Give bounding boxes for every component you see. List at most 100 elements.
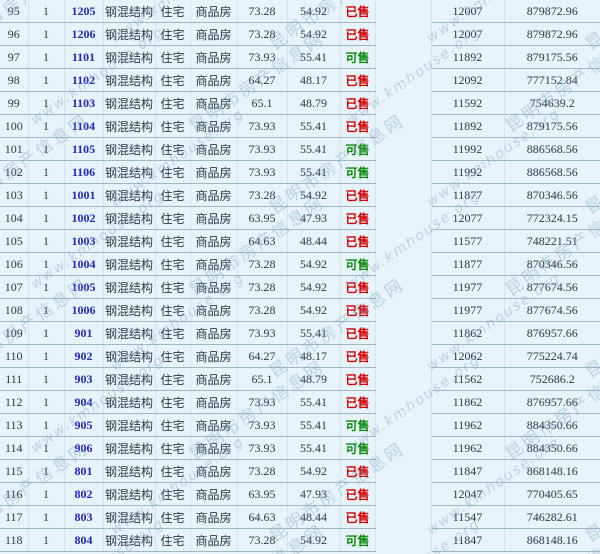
room-number-link[interactable]: 902 <box>75 349 93 363</box>
cell-unit-number: 1 <box>28 391 64 414</box>
cell-room-number: 804 <box>64 529 103 552</box>
table-row: 10111105钢混结构住宅商品房73.9355.41可售11992886568… <box>0 138 600 161</box>
cell-unit-price: 12007 <box>431 0 504 23</box>
cell-room-number: 1003 <box>64 230 103 253</box>
room-number-link[interactable]: 1002 <box>72 211 96 225</box>
cell-spacer <box>375 161 431 184</box>
cell-unit-number: 1 <box>28 460 64 483</box>
room-number-link[interactable]: 901 <box>75 326 93 340</box>
cell-room-number: 902 <box>64 345 103 368</box>
cell-sale-status: 已售 <box>340 115 375 138</box>
cell-housing-type: 商品房 <box>190 69 237 92</box>
cell-inner-area: 48.17 <box>287 69 340 92</box>
room-number-link[interactable]: 905 <box>75 418 93 432</box>
cell-unit-price: 11847 <box>431 460 504 483</box>
cell-spacer <box>375 483 431 506</box>
cell-inner-area: 54.92 <box>287 460 340 483</box>
room-number-link[interactable]: 1205 <box>72 4 96 18</box>
cell-housing-type: 商品房 <box>190 276 237 299</box>
cell-usage: 住宅 <box>155 391 190 414</box>
room-number-link[interactable]: 1102 <box>72 73 95 87</box>
cell-structure: 钢混结构 <box>103 483 155 506</box>
cell-building-area: 73.93 <box>237 322 287 345</box>
room-number-link[interactable]: 1004 <box>72 257 96 271</box>
table-row: 10711005钢混结构住宅商品房73.2854.92已售11977877674… <box>0 276 600 299</box>
cell-building-area: 73.93 <box>237 115 287 138</box>
room-number-link[interactable]: 1005 <box>72 280 96 294</box>
table-row: 10811006钢混结构住宅商品房73.2854.92已售11977877674… <box>0 299 600 322</box>
room-number-link[interactable]: 801 <box>75 464 93 478</box>
cell-usage: 住宅 <box>155 184 190 207</box>
room-number-link[interactable]: 1001 <box>72 188 96 202</box>
cell-structure: 钢混结构 <box>103 345 155 368</box>
room-number-link[interactable]: 904 <box>75 395 93 409</box>
room-number-link[interactable]: 1104 <box>72 119 95 133</box>
cell-structure: 钢混结构 <box>103 253 155 276</box>
cell-unit-price: 11977 <box>431 276 504 299</box>
cell-inner-area: 55.41 <box>287 414 340 437</box>
table-row: 10411002钢混结构住宅商品房63.9547.93已售12077772324… <box>0 207 600 230</box>
cell-unit-price: 11547 <box>431 506 504 529</box>
cell-total-price: 876957.66 <box>504 391 600 414</box>
table-row: 1141906钢混结构住宅商品房73.9355.41可售11962884350.… <box>0 437 600 460</box>
cell-unit-number: 1 <box>28 483 64 506</box>
room-number-link[interactable]: 1106 <box>72 165 95 179</box>
cell-housing-type: 商品房 <box>190 92 237 115</box>
cell-room-number: 904 <box>64 391 103 414</box>
cell-room-number: 1102 <box>64 69 103 92</box>
cell-unit-price: 11962 <box>431 414 504 437</box>
cell-structure: 钢混结构 <box>103 529 155 552</box>
cell-room-number: 1004 <box>64 253 103 276</box>
cell-room-number: 1205 <box>64 0 103 23</box>
cell-housing-type: 商品房 <box>190 299 237 322</box>
cell-total-price: 772324.15 <box>504 207 600 230</box>
cell-spacer <box>375 460 431 483</box>
cell-spacer <box>375 115 431 138</box>
cell-total-price: 868148.16 <box>504 529 600 552</box>
cell-total-price: 870346.56 <box>504 184 600 207</box>
cell-structure: 钢混结构 <box>103 368 155 391</box>
cell-room-number: 906 <box>64 437 103 460</box>
cell-room-number: 1006 <box>64 299 103 322</box>
cell-unit-price: 11577 <box>431 230 504 253</box>
cell-inner-area: 48.44 <box>287 230 340 253</box>
cell-spacer <box>375 322 431 345</box>
cell-building-area: 73.93 <box>237 161 287 184</box>
room-number-link[interactable]: 1006 <box>72 303 96 317</box>
cell-housing-type: 商品房 <box>190 529 237 552</box>
room-number-link[interactable]: 1105 <box>72 142 95 156</box>
cell-spacer <box>375 414 431 437</box>
cell-building-area: 73.28 <box>237 276 287 299</box>
cell-sale-status: 可售 <box>340 161 375 184</box>
table-row: 9711101钢混结构住宅商品房73.9355.41可售11892879175.… <box>0 46 600 69</box>
room-number-link[interactable]: 906 <box>75 441 93 455</box>
cell-inner-area: 48.79 <box>287 368 340 391</box>
cell-usage: 住宅 <box>155 69 190 92</box>
room-number-link[interactable]: 1003 <box>72 234 96 248</box>
room-number-link[interactable]: 903 <box>75 372 93 386</box>
cell-unit-price: 11877 <box>431 184 504 207</box>
cell-inner-area: 55.41 <box>287 115 340 138</box>
cell-row-index: 112 <box>0 391 28 414</box>
room-number-link[interactable]: 1101 <box>72 50 95 64</box>
cell-structure: 钢混结构 <box>103 92 155 115</box>
room-number-link[interactable]: 802 <box>75 487 93 501</box>
cell-spacer <box>375 529 431 552</box>
cell-building-area: 73.93 <box>237 391 287 414</box>
cell-room-number: 1101 <box>64 46 103 69</box>
cell-inner-area: 55.41 <box>287 46 340 69</box>
room-number-link[interactable]: 804 <box>75 533 93 547</box>
room-number-link[interactable]: 1206 <box>72 27 96 41</box>
cell-usage: 住宅 <box>155 161 190 184</box>
cell-housing-type: 商品房 <box>190 138 237 161</box>
cell-unit-number: 1 <box>28 345 64 368</box>
cell-usage: 住宅 <box>155 529 190 552</box>
cell-building-area: 64.63 <box>237 230 287 253</box>
room-number-link[interactable]: 803 <box>75 510 93 524</box>
table-row: 1181804钢混结构住宅商品房73.2854.92可售11847868148.… <box>0 529 600 552</box>
cell-total-price: 886568.56 <box>504 138 600 161</box>
cell-row-index: 110 <box>0 345 28 368</box>
cell-unit-number: 1 <box>28 138 64 161</box>
room-number-link[interactable]: 1103 <box>72 96 95 110</box>
cell-unit-number: 1 <box>28 0 64 23</box>
